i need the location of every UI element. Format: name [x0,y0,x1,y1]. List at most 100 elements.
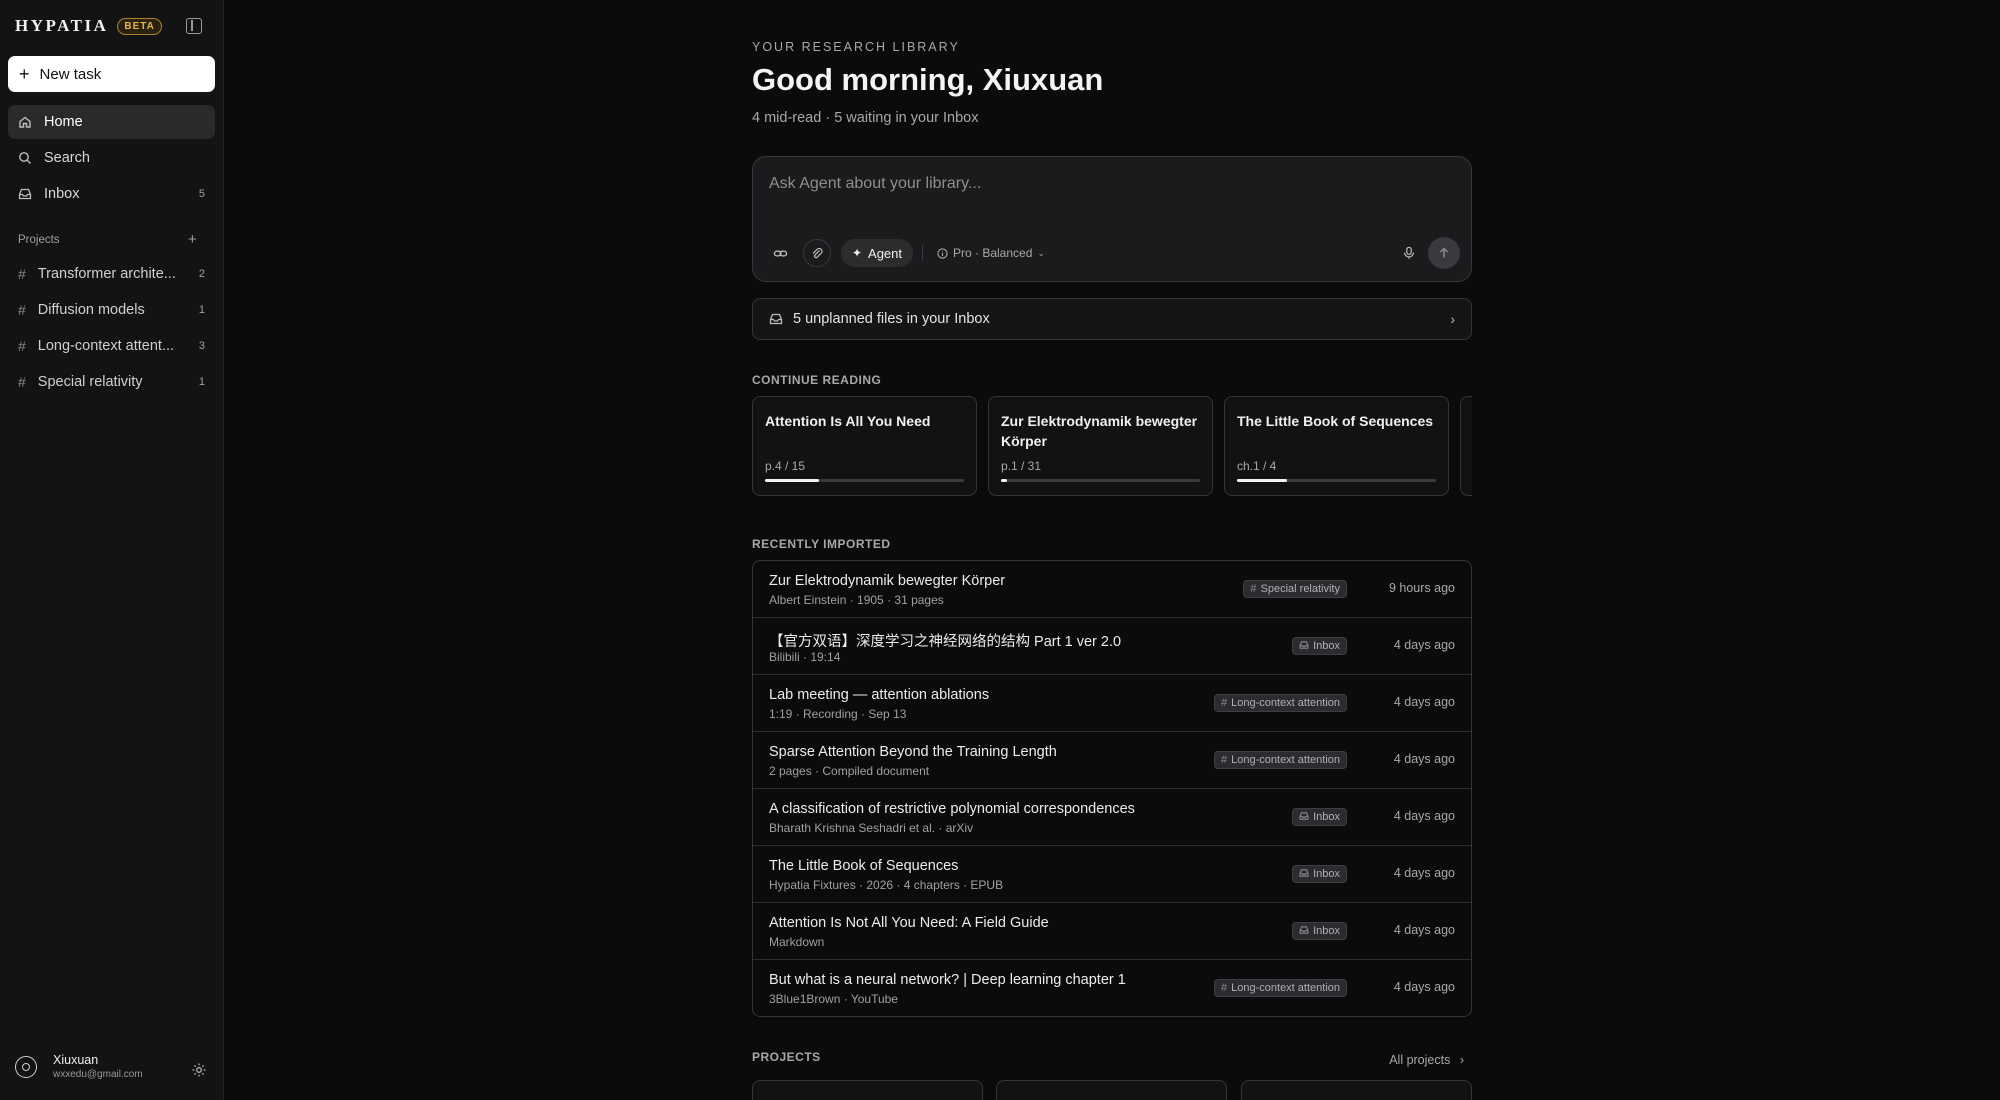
table-row[interactable]: A classification of restrictive polynomi… [753,789,1471,846]
hash-icon: # [1221,697,1228,709]
project-tag[interactable]: # Long-context attention [1214,979,1347,997]
home-icon [18,115,32,129]
row-timestamp: 4 days ago [1393,866,1455,880]
card-title: The Little Book of Sequences [1237,413,1434,429]
project-tag[interactable]: # Special relativity [1243,580,1347,598]
new-task-label: New task [39,65,102,83]
sidebar-project-item[interactable]: # Transformer archite... 2 [8,258,215,290]
project-tag[interactable]: # Long-context attention [1214,751,1347,769]
continue-reading-card[interactable]: Attention Is All You Need p.4 / 15 [752,396,977,496]
agent-prompt-box: ✦ Agent Pro · Balanced ⌄ [752,156,1472,282]
divider [922,245,923,261]
inbox-icon [769,312,783,326]
send-button[interactable] [1428,237,1460,269]
row-timestamp: 4 days ago [1393,752,1455,766]
sparkle-icon: ✦ [851,246,863,260]
add-project-icon[interactable]: + [188,231,197,248]
row-timestamp: 4 days ago [1393,638,1455,652]
link-icon[interactable] [766,239,794,267]
row-timestamp: 4 days ago [1393,923,1455,937]
table-row[interactable]: The Little Book of Sequences Hypatia Fixt… [753,846,1471,903]
recently-imported-list: Zur Elektrodynamik bewegter Körper Albert… [752,560,1472,1017]
inbox-tag[interactable]: Inbox [1292,637,1347,655]
hash-icon: # [1250,583,1257,595]
inbox-icon [1299,640,1309,653]
eyebrow-label: YOUR RESEARCH LIBRARY [752,40,960,54]
nav-item-home[interactable]: Home [8,105,215,139]
projects-section-heading: PROJECTS [752,1050,821,1064]
new-task-button[interactable]: + New task [8,56,215,92]
progress-fill [1001,479,1007,482]
recently-imported-heading: RECENTLY IMPORTED [752,537,891,551]
sidebar: HYPATIA BETA + New task Home Search Inbo… [0,0,224,1100]
hash-icon: # [18,302,26,318]
row-title: Zur Elektrodynamik bewegter Körper [769,573,1006,589]
model-select-label: Pro · Balanced [953,246,1033,260]
table-row[interactable]: 【官方双语】深度学习之神经网络的结构 Part 1 ver 2.0 Bilibil… [753,618,1471,675]
tag-label: Inbox [1313,811,1340,823]
continue-reading-card[interactable]: Zur Elektrodynamik bewegter Körper p.1 /… [988,396,1213,496]
all-projects-link[interactable]: All projects › [1389,1053,1464,1067]
progress-track [1001,479,1200,482]
agent-prompt-input[interactable] [769,175,1449,193]
inbox-tag[interactable]: Inbox [1292,808,1347,826]
project-card[interactable] [752,1080,983,1100]
nav-item-label: Search [44,150,90,166]
project-cards [752,1080,1472,1100]
continue-reading-card-partial[interactable] [1460,396,1472,496]
attach-icon[interactable] [803,239,831,267]
tag-label: Inbox [1313,868,1340,880]
inbox-icon [1299,811,1309,824]
user-text: Xiuxuan wxxedu@gmail.com [53,1053,143,1080]
table-row[interactable]: But what is a neural network? | Deep lea… [753,960,1471,1016]
table-row[interactable]: Zur Elektrodynamik bewegter Körper Albert… [753,561,1471,618]
brand: HYPATIA BETA [15,16,162,36]
nav-item-label: Home [44,114,83,130]
info-icon [937,247,948,259]
continue-reading-carousel: Attention Is All You Need p.4 / 15 Zur E… [752,396,1472,496]
row-meta: Markdown [769,935,825,949]
inbox-tag[interactable]: Inbox [1292,865,1347,883]
project-count: 3 [198,340,205,352]
row-meta: Bharath Krishna Seshadri et al. · arXiv [769,821,974,835]
status-summary: 4 mid-read · 5 waiting in your Inbox [752,110,979,126]
row-timestamp: 9 hours ago [1388,581,1455,595]
agent-mode-label: Agent [868,245,903,261]
hash-icon: # [1221,982,1228,994]
row-timestamp: 4 days ago [1393,695,1455,709]
tag-label: Inbox [1313,640,1340,652]
continue-reading-card[interactable]: The Little Book of Sequences ch.1 / 4 [1224,396,1449,496]
user-name: Xiuxuan [53,1053,99,1067]
sidebar-project-item[interactable]: # Special relativity 1 [8,366,215,398]
table-row[interactable]: Sparse Attention Beyond the Training Len… [753,732,1471,789]
user-email: wxxedu@gmail.com [53,1069,143,1080]
card-progress-text: p.1 / 31 [1001,459,1042,473]
row-timestamp: 4 days ago [1393,809,1455,823]
project-card[interactable] [1241,1080,1472,1100]
row-meta: Hypatia Fixtures · 2026 · 4 chapters · E… [769,878,1004,892]
table-row[interactable]: Lab meeting — attention ablations 1:19 · … [753,675,1471,732]
progress-fill [765,479,819,482]
sidebar-toggle-icon[interactable] [186,18,202,34]
nav-item-search[interactable]: Search [8,141,215,175]
sidebar-project-item[interactable]: # Long-context attent... 3 [8,330,215,362]
search-icon [18,151,32,165]
sidebar-project-item[interactable]: # Diffusion models 1 [8,294,215,326]
microphone-icon[interactable] [1395,239,1423,267]
project-tag[interactable]: # Long-context attention [1214,694,1347,712]
gear-icon[interactable] [191,1062,207,1078]
model-select[interactable]: Pro · Balanced ⌄ [937,239,1045,267]
agent-mode-button[interactable]: ✦ Agent [841,239,913,267]
beta-badge: BETA [117,17,162,35]
user-profile[interactable]: Xiuxuan wxxedu@gmail.com [15,1053,143,1080]
inbox-banner[interactable]: 5 unplanned files in your Inbox › [752,298,1472,340]
table-row[interactable]: Attention Is Not All You Need: A Field G… [753,903,1471,960]
row-title: Attention Is Not All You Need: A Field G… [769,915,1049,931]
project-card[interactable] [996,1080,1227,1100]
row-title: But what is a neural network? | Deep lea… [769,972,1126,988]
nav-item-inbox[interactable]: Inbox 5 [8,177,215,211]
inbox-tag[interactable]: Inbox [1292,922,1347,940]
row-meta: Albert Einstein · 1905 · 31 pages [769,593,944,607]
row-title: Lab meeting — attention ablations [769,687,990,703]
inbox-icon [18,187,32,201]
